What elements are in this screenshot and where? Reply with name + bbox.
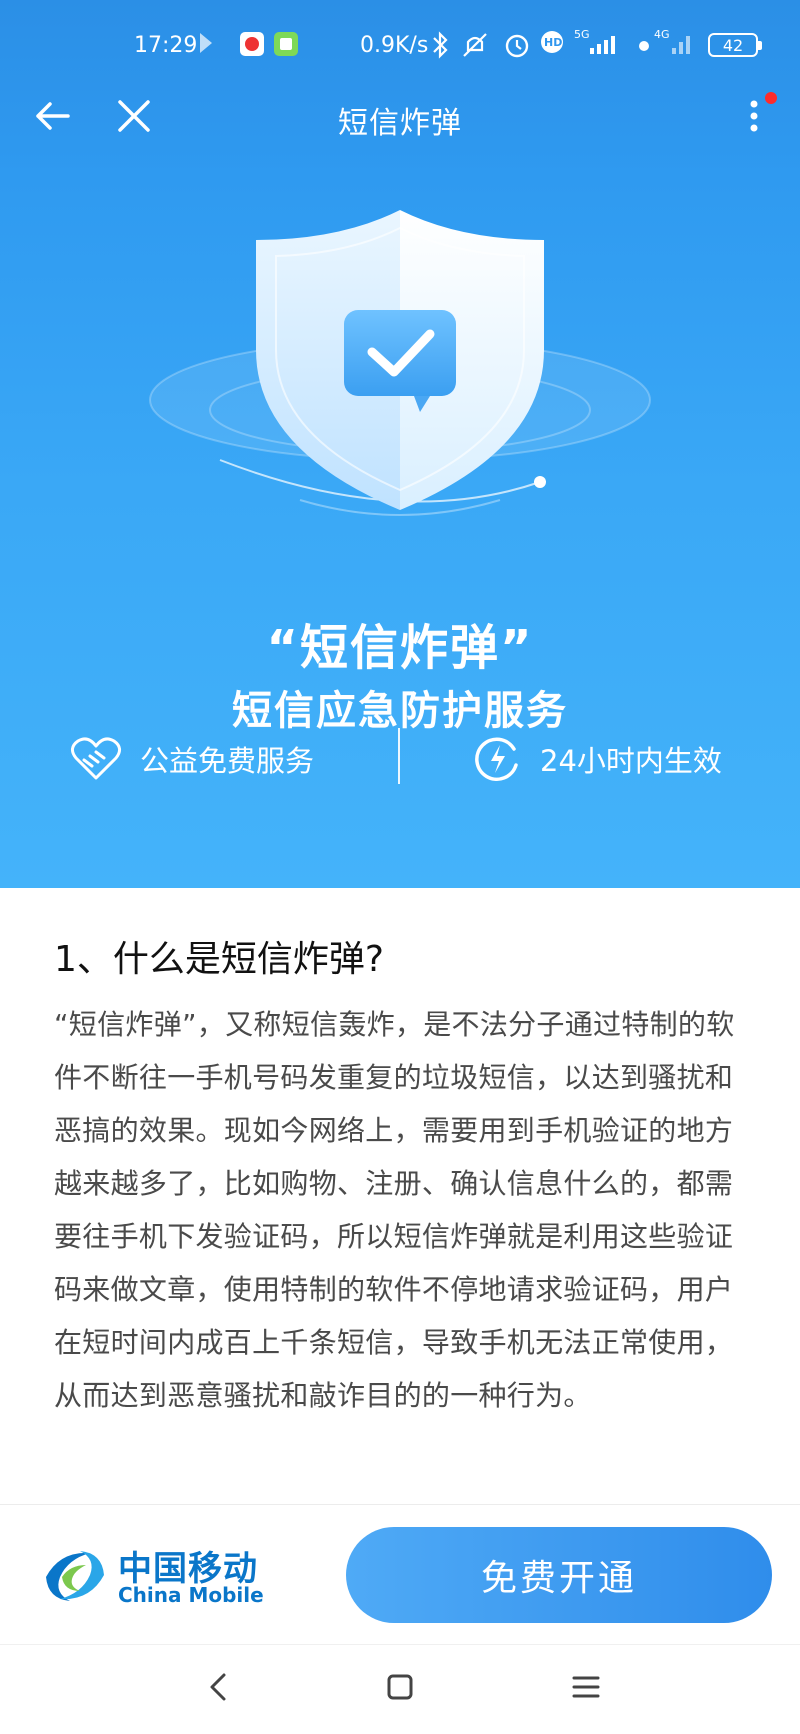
article-content[interactable]: 1、什么是短信炸弹? “短信炸弹”，又称短信轰炸，是不法分子通过特制的软件不断往… [0, 888, 800, 1504]
page-title: 短信炸弹 [338, 106, 462, 141]
system-navigation-bar [0, 1644, 800, 1734]
system-menu-icon[interactable] [566, 1667, 606, 1707]
status-bar: 17:29 0.9K/s HD 5G 4G 42 [0, 0, 800, 92]
signal-5g-icon: 5G [574, 28, 615, 54]
status-time: 17:29 [134, 33, 198, 58]
section-body: “短信炸弹”，又称短信轰炸，是不法分子通过特制的软件不断往一手机号码发重复的垃圾… [54, 1008, 735, 1412]
free-activate-button[interactable]: 免费开通 [346, 1527, 772, 1623]
section-heading: 1、什么是短信炸弹? [54, 939, 385, 980]
network-speed: 0.9K/s [360, 33, 429, 58]
alarm-icon [505, 34, 529, 58]
bottom-action-bar: 中国移动 China Mobile 免费开通 [0, 1504, 800, 1644]
china-mobile-logo: 中国移动 China Mobile [40, 1541, 270, 1611]
feature-free-service: 公益免费服务 [70, 734, 314, 784]
hd-icon: HD [541, 31, 563, 53]
play-icon [200, 33, 212, 53]
notification-dot [765, 92, 777, 104]
feature-free-label: 公益免费服务 [140, 744, 315, 778]
app-icon [240, 32, 264, 56]
svg-text:HD: HD [544, 36, 562, 49]
app-icon-2 [274, 32, 298, 56]
bluetooth-icon [433, 31, 448, 59]
system-home-icon[interactable] [380, 1667, 420, 1707]
shield-illustration-icon [149, 210, 651, 516]
nav-bar: 短信炸弹 [0, 80, 800, 150]
china-mobile-logo-icon [46, 1551, 104, 1601]
system-back-icon[interactable] [198, 1667, 238, 1707]
feature-divider [398, 728, 400, 784]
more-options-icon[interactable] [742, 92, 766, 140]
hero-subtitle: 短信应急防护服务 [232, 688, 568, 734]
fast-charge-icon [475, 737, 518, 782]
mute-icon [463, 33, 487, 57]
svg-text:4G: 4G [654, 28, 670, 41]
battery-indicator: 42 [708, 33, 762, 57]
hero-banner: 17:29 0.9K/s HD 5G 4G 42 短信炸弹 “短信炸弹” 短信应… [0, 0, 800, 888]
heart-handshake-icon [71, 737, 121, 780]
hero-title: “短信炸弹” [266, 620, 534, 676]
svg-text:5G: 5G [574, 28, 590, 41]
signal-4g-icon: 4G [639, 28, 690, 54]
logo-text-en: China Mobile [118, 1583, 264, 1607]
feature-24h-effective: 24小时内生效 [474, 734, 722, 784]
feature-24h-label: 24小时内生效 [540, 744, 722, 778]
